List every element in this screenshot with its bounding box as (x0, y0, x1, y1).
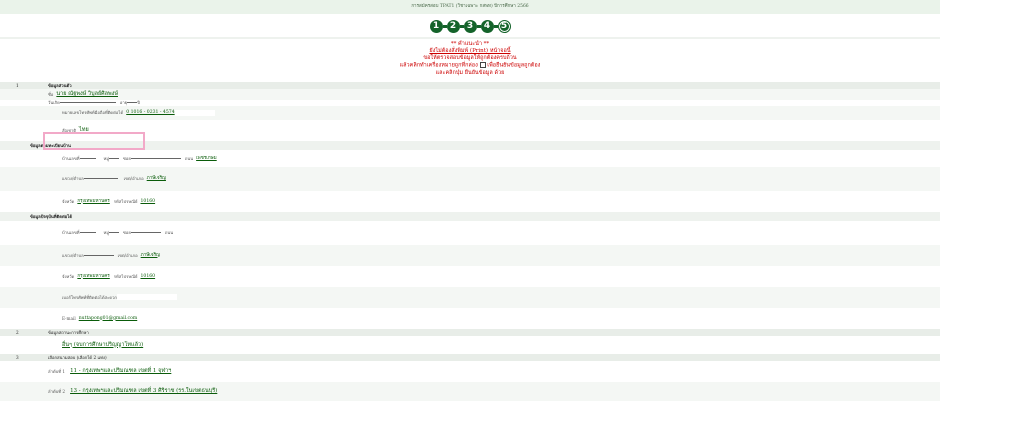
road-value: เพชรเกษม (196, 155, 217, 161)
section-education: 2 ข้อมูลสถานะการศึกษา (0, 328, 940, 336)
notice-checkbox-line: แล้วคลิกทำเครื่องหมายถูกที่กล่อง เพื่อยื… (0, 62, 940, 70)
divider (0, 37, 940, 39)
step-connector (476, 24, 481, 28)
house-label: บ้านเลขที่ (62, 155, 80, 161)
name-value: นาย ณัฐพงษ์ วิบูลย์ศิลพงษ์ (56, 91, 118, 97)
dob-label: วันเกิด (48, 100, 60, 105)
contact-phone-row: เบอร์โทรศัพท์ที่ติดต่อได้สะดวก (0, 286, 940, 308)
subdistrict-label: แขวง/ตำบล (62, 176, 84, 181)
step-5-current: 5 (497, 19, 511, 33)
page-header: การสมัครสอบ TPAT1 (วิชาเฉพาะ กสพท) ปีการ… (0, 0, 940, 14)
venue-rank-label: ลำดับที่ 1 (48, 368, 66, 374)
confirmation-page: การสมัครสอบ TPAT1 (วิชาเฉพาะ กสพท) ปีการ… (0, 0, 940, 433)
contact-house-row: บ้านเลขที่ หมู่ ซอย ถนน (0, 221, 940, 245)
reg-province-row: จังหวัด กรุงเทพมหานคร รหัสไปรษณีย์ 10160 (0, 191, 940, 212)
step-connector (459, 24, 464, 28)
postcode-value: 10160 (140, 273, 156, 279)
venue-value: 13 - กรุงเทพฯและปริมณฑล เขตที่ 3 ศิริราช… (70, 388, 218, 394)
province-value: กรุงเทพมหานคร (77, 273, 110, 279)
name-label: ชื่อ (48, 91, 54, 97)
venue-row-2: ลำดับที่ 2 13 - กรุงเทพฯและปริมณฑล เขตที… (0, 381, 940, 401)
step-connector (493, 24, 498, 28)
notice-checkbox-text: แล้วคลิกทำเครื่องหมายถูกที่กล่อง (399, 62, 478, 69)
section-title: ข้อมูลส่วนตัว (48, 82, 72, 88)
postcode-label: รหัสไปรษณีย์ (113, 198, 138, 204)
contact-district-row: แขวง/ตำบล เขต/อำเภอ ภาษีเจริญ (0, 244, 940, 266)
instruction-notice: ** คำแนะนำ ** ยังไม่ต้องสั่งพิมพ์ (Print… (0, 41, 940, 77)
nationality-highlight (43, 132, 145, 150)
section-contact-address: ข้อมูลปัจจุบันที่ติดต่อได้ (0, 211, 940, 221)
page-title: การสมัครสอบ TPAT1 (วิชาเฉพาะ กสพท) ปีการ… (411, 4, 529, 9)
section-title: ข้อมูลสถานะการศึกษา (48, 329, 89, 335)
soi-label: ซอย (123, 230, 131, 235)
section-number: 3 (16, 354, 19, 360)
phone-row: หมายเลขโทรศัพท์มือถือที่ติดต่อได้ 0 1016… (0, 105, 940, 120)
education-row: อื่นๆ (จบการศึกษาปริญญาโทแล้ว) (0, 336, 940, 354)
contact-phone-label: เบอร์โทรศัพท์ที่ติดต่อได้สะดวก (62, 294, 117, 300)
notice-heading: ** คำแนะนำ ** (450, 41, 490, 47)
education-value: อื่นๆ (จบการศึกษาปริญญาโทแล้ว) (62, 341, 144, 348)
subdistrict-label: แขวง/ตำบล (62, 252, 84, 258)
phone-label: หมายเลขโทรศัพท์มือถือที่ติดต่อได้ (62, 110, 124, 115)
district-value: ภาษีเจริญ (146, 176, 166, 181)
house-label: บ้านเลขที่ (62, 230, 80, 235)
email-label: E-mail (62, 315, 76, 321)
checkbox-icon (479, 62, 486, 68)
reg-district-row: แขวง/ตำบล เขต/อำเภอ ภาษีเจริญ (0, 166, 940, 191)
venue-row-1: ลำดับที่ 1 11 - กรุงเทพฯและปริมณฑล เขตที… (0, 361, 940, 382)
notice-confirm-button-hint: และคลิกปุ่ม ยืนยันข้อมูล ด้วย (435, 69, 505, 76)
district-value: ภาษีเจริญ (140, 252, 160, 258)
postcode-value: 10160 (140, 198, 156, 204)
section-venue: 3 เลือกสนามสอบ (เลือกได้ 2 แห่ง) (0, 353, 940, 361)
email-row: E-mail nuttapong01@gmail.com (0, 308, 940, 329)
notice-confirm-text: เพื่อยืนยันข้อมูลถูกต้อง (487, 62, 541, 69)
province-value: กรุงเทพมหานคร (77, 198, 110, 204)
province-label: จังหวัด (62, 273, 75, 279)
step-3: 3 (463, 19, 477, 33)
soi-label: ซอย (123, 155, 131, 161)
step-connector (442, 24, 447, 28)
step-indicator: 1 2 3 4 5 (0, 16, 940, 36)
step-2: 2 (446, 19, 460, 33)
venue-value: 11 - กรุงเทพฯและปริมณฑล เขตที่ 1 จุฬาฯ (70, 368, 172, 374)
road-label: ถนน (164, 230, 174, 235)
section-title: ข้อมูลปัจจุบันที่ติดต่อได้ (30, 213, 73, 219)
venue-rank-label: ลำดับที่ 2 (48, 388, 66, 394)
age-label: อายุ (119, 100, 128, 105)
section-number: 2 (16, 329, 19, 335)
province-label: จังหวัด (62, 198, 75, 204)
postcode-label: รหัสไปรษณีย์ (113, 273, 138, 279)
notice-check: ขอให้ตรวจสอบข้อมูลให้ถูกต้องครบถ้วน (423, 55, 517, 61)
reg-house-row: บ้านเลขที่ หมู่ ซอย ถนน เพชรเกษม (0, 150, 940, 167)
step-4: 4 (480, 19, 494, 33)
email-value: nuttapong01@gmail.com (78, 315, 138, 321)
section-personal: 1 ข้อมูลส่วนตัว (0, 81, 940, 89)
phone-value: 0 1016 - 0231 - 4574 (126, 110, 175, 115)
section-title: เลือกสนามสอบ (เลือกได้ 2 แห่ง) (48, 354, 107, 360)
age-unit: ปี (137, 100, 140, 105)
district-label: เขต/อำเภอ (117, 252, 138, 258)
name-row: ชื่อ นาย ณัฐพงษ์ วิบูลย์ศิลพงษ์ (0, 88, 940, 100)
notice-no-print: ยังไม่ต้องสั่งพิมพ์ (Print) หน้าจอนี้ (429, 48, 511, 54)
step-1: 1 (429, 19, 443, 33)
section-number: 1 (16, 82, 19, 88)
contact-province-row: จังหวัด กรุงเทพมหานคร รหัสไปรษณีย์ 10160 (0, 266, 940, 287)
road-label: ถนน (184, 155, 194, 161)
district-label: เขต/อำเภอ (123, 176, 144, 181)
